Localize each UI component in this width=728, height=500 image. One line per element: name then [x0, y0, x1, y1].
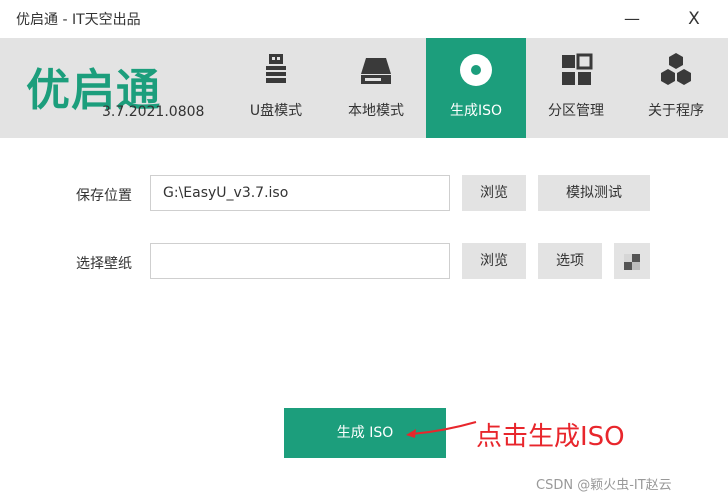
save-location-label: 保存位置: [76, 188, 132, 204]
title-bar: 优启通 - IT天空出品 — X: [0, 0, 728, 38]
wallpaper-preview-button[interactable]: [614, 243, 650, 279]
nav-label: 本地模式: [348, 103, 404, 119]
nav-item-generate-iso[interactable]: 生成ISO: [426, 38, 526, 138]
partition-grid-icon: [562, 53, 593, 85]
close-button[interactable]: X: [678, 6, 710, 32]
save-location-input[interactable]: G:\EasyU_v3.7.iso: [150, 175, 450, 211]
nav-label: 关于程序: [648, 103, 704, 119]
watermark: CSDN @颖火虫-IT赵云: [536, 478, 672, 493]
minimize-button[interactable]: —: [616, 6, 648, 32]
nav-item-local-mode[interactable]: 本地模式: [326, 38, 426, 138]
nav-item-about[interactable]: 关于程序: [626, 38, 726, 138]
nav-label: 分区管理: [548, 103, 604, 119]
browse-save-button[interactable]: 浏览: [462, 175, 526, 211]
annotation-arrow: [406, 421, 477, 438]
nav-label: U盘模式: [249, 103, 303, 119]
header-nav: 优启通 3.7.2021.0808 U盘模式 本地模式 生成ISO 分区管理 关…: [0, 38, 728, 138]
wallpaper-label: 选择壁纸: [76, 256, 132, 272]
nav-label: 生成ISO: [449, 103, 503, 119]
browse-wallpaper-button[interactable]: 浏览: [462, 243, 526, 279]
usb-drive-icon: [266, 54, 286, 83]
nav-item-partition[interactable]: 分区管理: [526, 38, 626, 138]
nav-item-usb-mode[interactable]: U盘模式: [226, 38, 326, 138]
wallpaper-input[interactable]: [150, 243, 450, 279]
annotation-text: 点击生成ISO: [476, 422, 625, 452]
hard-drive-icon: [361, 58, 391, 84]
hexagons-icon: [661, 53, 691, 85]
wallpaper-options-button[interactable]: 选项: [538, 243, 602, 279]
version-label: 3.7.2021.0808: [102, 104, 205, 120]
disc-icon: [460, 54, 492, 86]
simulate-test-button[interactable]: 模拟测试: [538, 175, 650, 211]
checker-preview-icon: [624, 254, 640, 270]
window-title: 优启通 - IT天空出品: [16, 12, 141, 28]
